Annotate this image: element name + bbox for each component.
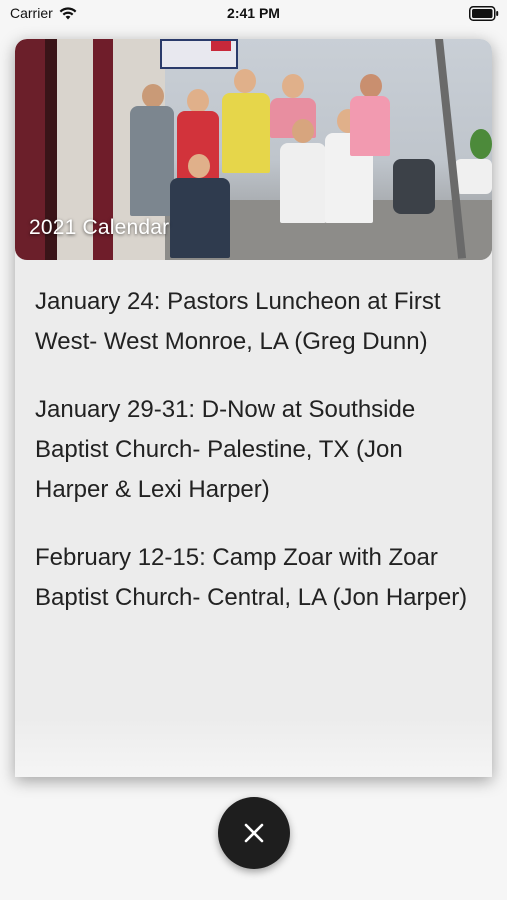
event-item: February 12-15: Camp Zoar with Zoar Bapt…	[35, 544, 468, 611]
battery-icon	[469, 6, 499, 21]
close-button[interactable]	[218, 797, 290, 869]
photo-tree	[470, 129, 492, 159]
header-caption: 2021 Calendar	[29, 216, 170, 239]
close-icon	[244, 823, 264, 843]
event-list: January 24: Pastors Luncheon at First We…	[15, 260, 492, 618]
status-bar: Carrier 2:41 PM	[0, 0, 507, 30]
calendar-card: 2021 Calendar January 24: Pastors Lunche…	[15, 39, 492, 777]
photo-sign-accent	[211, 41, 231, 51]
clock: 2:41 PM	[227, 5, 280, 21]
event-item: January 29-31: D-Now at Southside Baptis…	[35, 396, 416, 503]
event-item: January 24: Pastors Luncheon at First We…	[35, 288, 441, 355]
photo-car	[393, 159, 435, 214]
photo-car-white	[455, 159, 492, 194]
header-photo: 2021 Calendar	[15, 39, 492, 260]
